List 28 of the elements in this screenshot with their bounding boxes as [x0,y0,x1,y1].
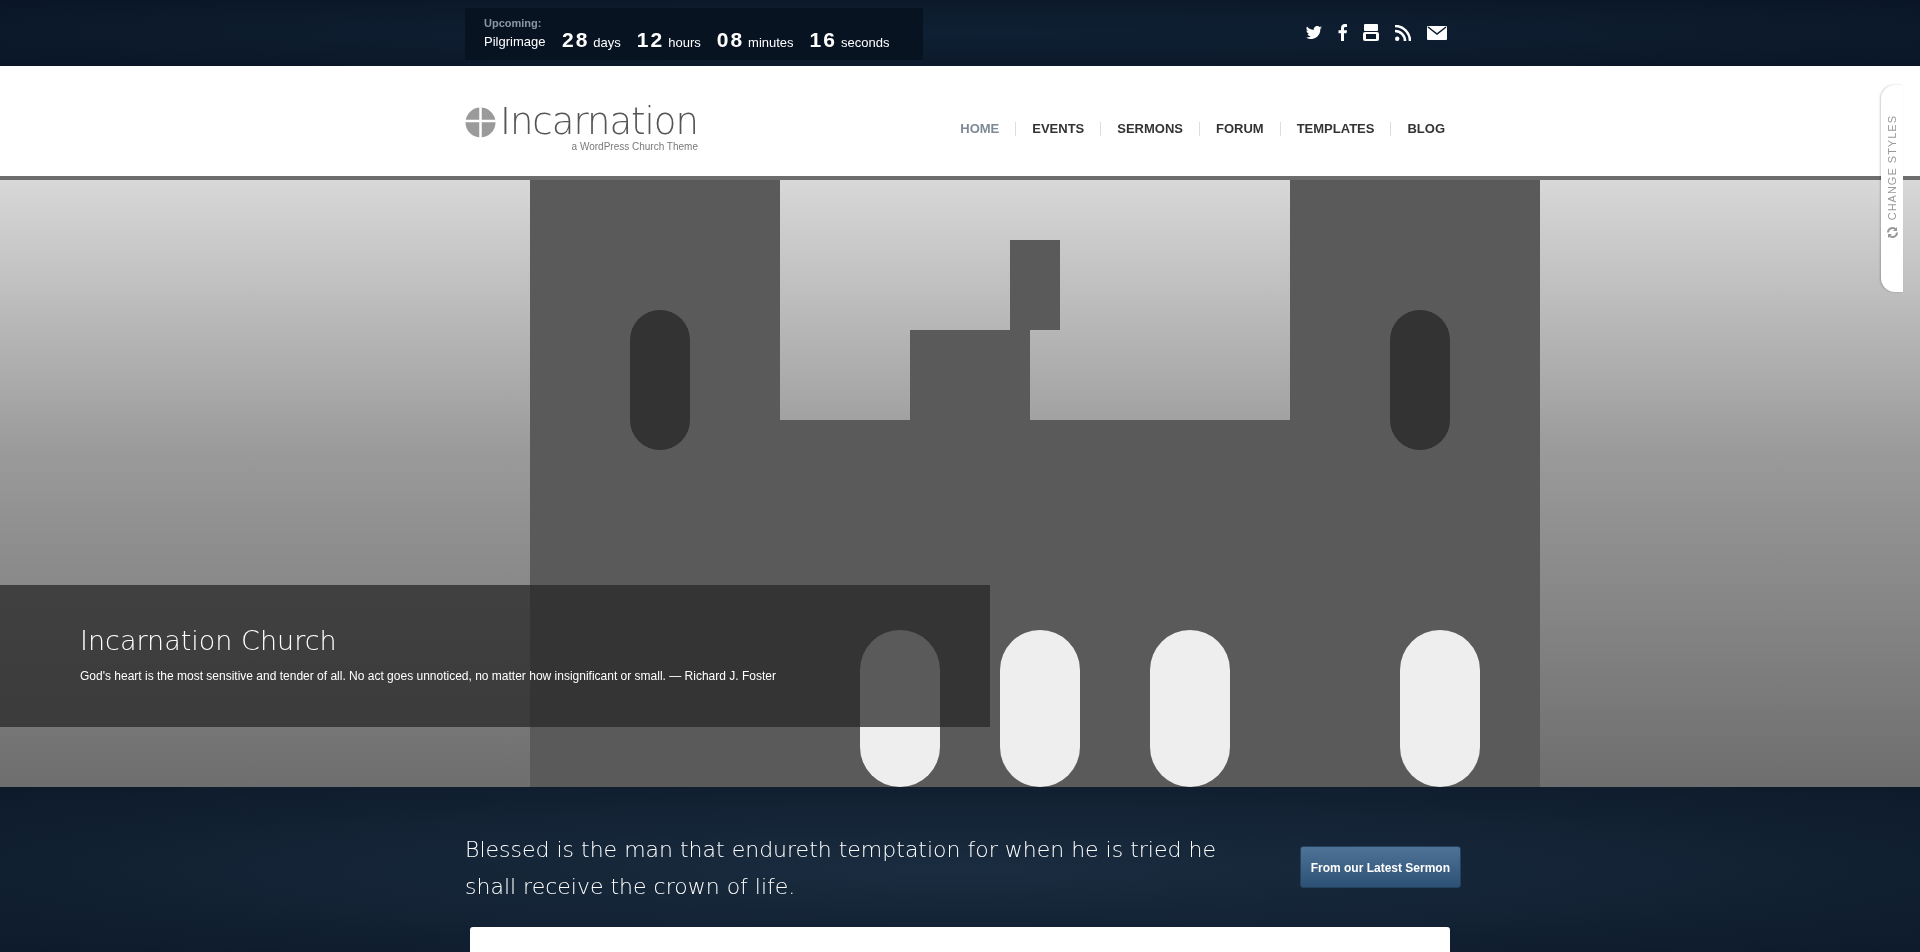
site-tagline: a WordPress Church Theme [570,142,698,152]
countdown-number: 08 [716,27,745,53]
facebook-icon[interactable] [1338,24,1347,41]
countdown-number: 16 [809,27,837,53]
mail-icon[interactable] [1427,25,1447,40]
countdown-unit: hours [668,34,701,52]
countdown-unit: days [593,34,621,52]
nav-link[interactable]: SERMONS [1100,122,1199,136]
upcoming-label: Upcoming: [484,16,543,30]
rss-icon[interactable] [1395,24,1411,41]
countdown-unit: minutes [748,34,794,52]
scripture-quote: Blessed is the man that endureth temptation for when he is tried he shall receive the crown of life. [465,836,1217,901]
latest-sermon-button[interactable]: From our Latest Sermon [1299,846,1461,888]
nav-link[interactable]: HOME [944,122,1016,136]
cross-logo-icon [465,107,496,138]
countdown-unit: seconds [840,34,890,52]
hero-quote: God's heart is the most sensitive and tender of all. No act goes unnoticed, no matter how insignificant or small. — Richard J. Foster [80,668,777,686]
nav-link[interactable]: TEMPLATES [1279,122,1391,136]
event-name: Pilgrimage [484,33,547,51]
countdown-number: 28 [562,27,590,53]
refresh-icon [1885,226,1899,240]
nav-link[interactable]: BLOG [1390,122,1461,136]
countdown-number: 12 [636,27,665,53]
hero-title: Incarnation Church [80,625,338,658]
site-logo[interactable]: Incarnation [500,102,698,142]
nav-link[interactable]: EVENTS [1015,122,1101,136]
bird-icon[interactable] [1306,26,1322,39]
nav-link[interactable]: FORUM [1199,122,1280,136]
